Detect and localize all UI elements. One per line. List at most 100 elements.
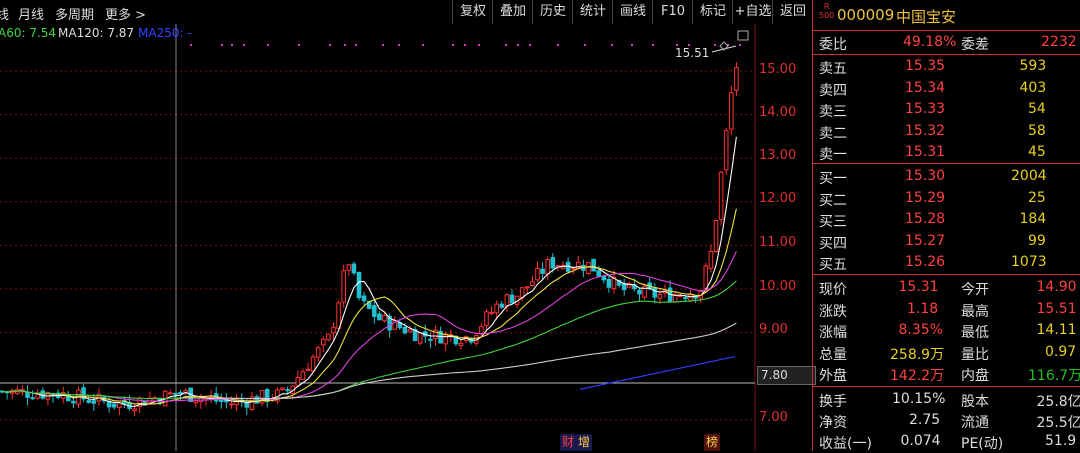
kline-chart-area[interactable]: 15.51 线 月线 多周期 更多 > 复权 叠加 历史 统计 画线 F10 标… [0, 0, 812, 451]
kline-chart[interactable]: 15.51 [0, 0, 812, 451]
increase-badge[interactable]: 增 [576, 434, 592, 451]
candle-body [352, 264, 356, 273]
candle-body [373, 306, 377, 317]
order-level-label: 卖三 [819, 101, 847, 121]
candle-body [520, 288, 524, 298]
stat-value: 10.15% [892, 391, 945, 407]
y-tick: 14.00 [759, 105, 796, 120]
signal-dot [517, 44, 519, 46]
candle-body [118, 403, 122, 407]
period-multi[interactable]: 多周期 [55, 4, 94, 23]
candle-body [220, 400, 224, 402]
candle-body [730, 93, 734, 129]
order-volume: 403 [1020, 80, 1047, 96]
back-button[interactable]: 返回 [772, 0, 813, 24]
stat-value: 14.90 [1037, 279, 1077, 295]
statistics-button[interactable]: 统计 [572, 0, 613, 24]
signal-dot [631, 44, 633, 46]
period-more[interactable]: 更多 > [105, 4, 146, 23]
stock-header: R 500 000009 中国宝安 [813, 0, 1080, 30]
y-tick: 13.00 [759, 148, 796, 163]
signal-dot [584, 44, 586, 46]
order-level-row: 买五15.261073 [813, 252, 1080, 273]
ranking-badge[interactable]: 榜 [704, 434, 720, 451]
signal-dot [529, 44, 531, 46]
candle-body [709, 252, 713, 269]
candle-body [87, 401, 91, 403]
period-month[interactable]: 月线 [18, 4, 44, 23]
signal-dot [298, 44, 300, 46]
candle-body [526, 287, 530, 288]
order-level-row: 买四15.2799 [813, 231, 1080, 252]
history-button[interactable]: 历史 [532, 0, 573, 24]
finance-stat-row: 收益(一)0.074PE(动)51.9 [813, 431, 1080, 452]
draw-line-button[interactable]: 画线 [612, 0, 653, 24]
candle-body [281, 388, 285, 389]
finance-badge[interactable]: 财 [560, 434, 576, 451]
order-price: 15.26 [905, 254, 945, 270]
divider [813, 163, 1080, 164]
candle-body [480, 327, 484, 334]
order-level-row: 买二15.2925 [813, 188, 1080, 209]
candle-body [383, 315, 387, 320]
mark-button[interactable]: 标记 [692, 0, 733, 24]
divider [813, 30, 1080, 31]
signal-dot [505, 44, 507, 46]
candle-body [230, 404, 234, 405]
restore-right-button[interactable]: 复权 [452, 0, 493, 24]
candle-body [607, 279, 611, 287]
candle-body [735, 68, 739, 91]
signal-dot [231, 44, 233, 46]
candle-body [587, 263, 591, 274]
order-level-row: 卖二15.3258 [813, 121, 1080, 142]
candle-body [112, 404, 116, 407]
order-volume: 25 [1028, 190, 1046, 206]
order-volume: 184 [1020, 211, 1047, 227]
candle-body [337, 303, 341, 328]
candle-body [72, 401, 76, 403]
candle-body [551, 258, 555, 268]
candle-body [638, 290, 642, 294]
stat-value: 14.11 [1037, 322, 1077, 338]
candle-body [92, 401, 96, 404]
overlay-button[interactable]: 叠加 [492, 0, 533, 24]
candle-body [724, 131, 728, 170]
quote-stat-row: 涨跌1.18最高15.51 [813, 299, 1080, 320]
order-level-row: 卖三15.3354 [813, 99, 1080, 120]
window-icon [738, 31, 748, 40]
quote-stat-row: 现价15.31今开14.90 [813, 277, 1080, 298]
cursor-price-tag: 7.80 [757, 366, 816, 385]
candle-body [301, 372, 305, 380]
stat-label: 涨跌 [819, 301, 847, 321]
divider [813, 54, 1080, 55]
signal-dot [452, 44, 454, 46]
candle-body [418, 333, 422, 343]
candle-body [26, 393, 30, 398]
candle-body [362, 296, 366, 301]
chart-toolbar: 线 月线 多周期 更多 > 复权 叠加 历史 统计 画线 F10 标记 +自选 … [0, 0, 812, 24]
high-pointer [712, 46, 736, 52]
period-week[interactable]: 线 [0, 4, 9, 23]
candle-body [286, 390, 290, 391]
candle-body [500, 304, 504, 307]
ma120-line [181, 323, 737, 399]
signal-dot [329, 44, 331, 46]
stat-value: 142.2万 [890, 365, 944, 385]
stat-label: 内盘 [961, 365, 989, 385]
order-level-row: 卖四15.34403 [813, 78, 1080, 99]
y-tick: 10.00 [759, 279, 796, 294]
ma250-legend: MA250: - [138, 26, 192, 40]
signal-dot [243, 44, 245, 46]
candle-body [719, 172, 723, 219]
order-level-label: 买四 [819, 233, 847, 253]
f10-button[interactable]: F10 [652, 0, 693, 24]
add-watchlist-button[interactable]: +自选 [732, 0, 773, 24]
candle-body [107, 401, 111, 406]
order-level-row: 买三15.28184 [813, 209, 1080, 230]
stat-label: 换手 [819, 391, 847, 411]
stat-value: 0.074 [901, 433, 941, 449]
stat-value: 116.7万 [1028, 365, 1080, 385]
candle-body [357, 272, 361, 297]
candle-body [429, 339, 433, 340]
stat-value: 0.97 [1045, 344, 1076, 360]
